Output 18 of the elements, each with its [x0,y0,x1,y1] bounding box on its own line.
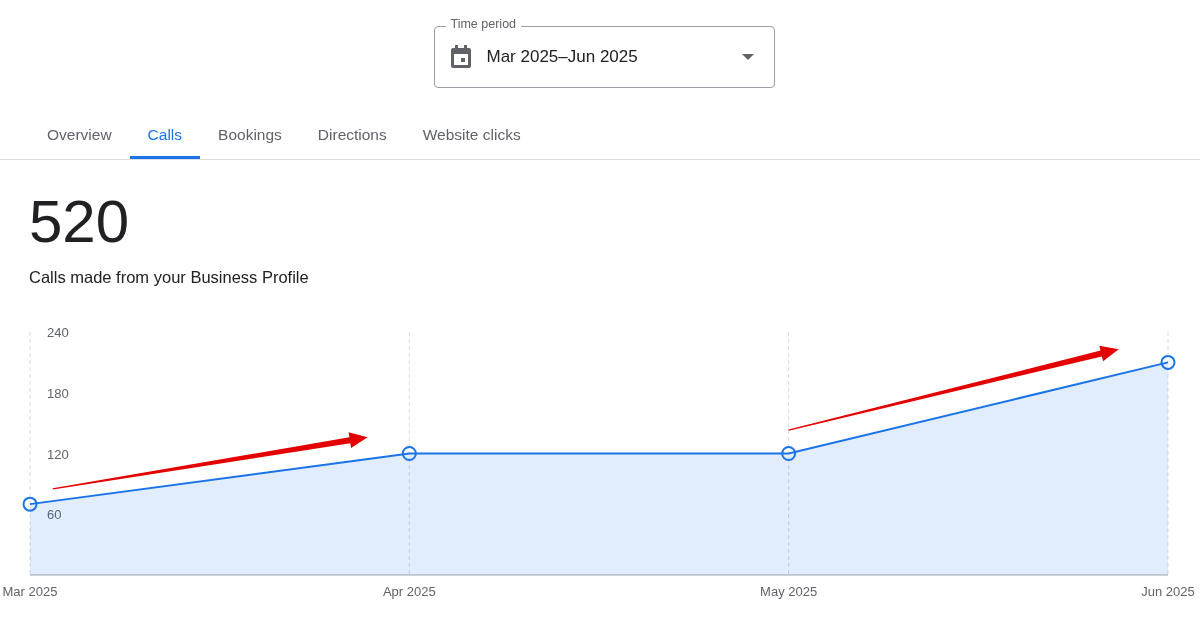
tab[interactable]: Directions [299,110,405,159]
metric-value: 520 [29,190,131,254]
calendar-icon [449,45,472,69]
y-tick-label: 180 [47,385,69,401]
x-tick-label: Mar 2025 [2,584,58,599]
tab[interactable]: Bookings [200,110,300,159]
metric-caption: Calls made from your Business Profile [29,268,310,287]
tab[interactable]: Overview [29,110,130,159]
y-tick-label: 60 [47,507,62,523]
y-tick-label: 240 [47,325,69,340]
tab[interactable]: Calls [129,110,201,159]
field-label: Time period [445,17,522,31]
y-tick-label: 120 [47,446,69,462]
x-tick-label: Jun 2025 [1141,584,1195,599]
x-tick-label: May 2025 [760,584,818,599]
tab[interactable]: Website clicks [404,110,539,159]
caret-icon [741,54,754,60]
x-tick-label: Apr 2025 [382,584,436,599]
